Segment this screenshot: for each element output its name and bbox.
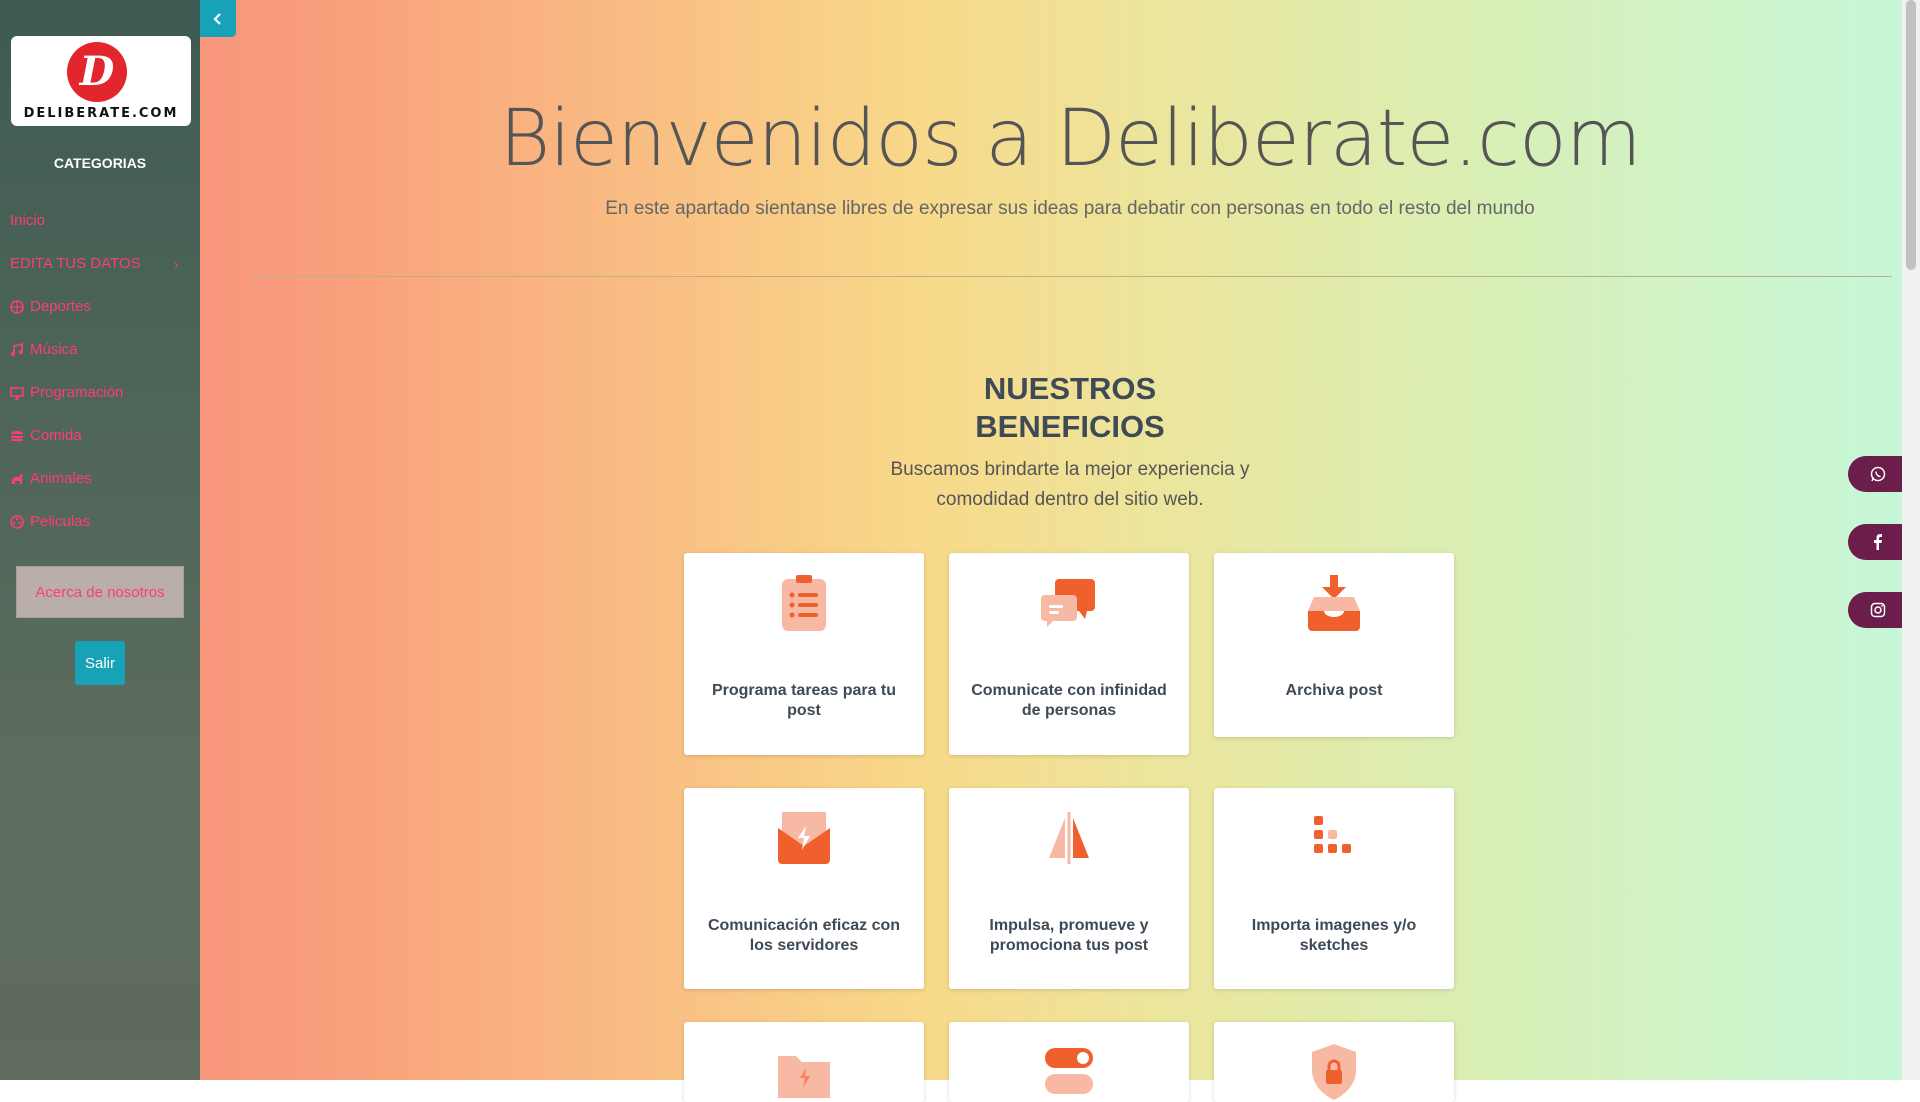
sidebar-item-edita-tus-datos[interactable]: EDITA TUS DATOS [10, 255, 141, 272]
benefit-card-label: Archiva post [1285, 682, 1383, 699]
sidebar-item-label: Programación [30, 384, 124, 401]
chat-bubbles-icon [1041, 579, 1095, 627]
sidebar-item-label: Peliculas [30, 513, 91, 530]
facebook-button[interactable] [1848, 524, 1908, 560]
sidebar-item-animales[interactable]: Animales [10, 470, 92, 487]
sidebar-item-programacion[interactable]: Programación [10, 384, 123, 401]
sidebar-item-deportes[interactable]: Deportes [10, 298, 91, 315]
benefit-card[interactable] [1214, 1022, 1454, 1102]
facebook-icon [1874, 534, 1882, 550]
benefit-card[interactable]: Archiva post [1214, 553, 1454, 737]
sidebar-item-label: Inicio [10, 212, 46, 229]
benefit-card-label: Importa imagenes y/o sketches [1251, 917, 1417, 954]
chevron-right-icon: › [174, 257, 179, 272]
benefit-card[interactable]: Impulsa, promueve y promociona tus post [949, 788, 1189, 989]
basketball-icon [10, 299, 24, 314]
logo-mark: D [67, 42, 127, 102]
logo-text: DELIBERATE.COM [23, 106, 179, 121]
benefit-card-label: Comunicación eficaz con los servidores [707, 917, 901, 954]
sidebar-item-musica[interactable]: Música [10, 341, 78, 358]
sidebar-item-label: Música [30, 341, 78, 358]
sidebar-item-comida[interactable]: Comida [10, 427, 82, 444]
film-icon [10, 514, 24, 529]
whatsapp-button[interactable] [1848, 456, 1908, 492]
sidebar-item-label: Animales [30, 470, 92, 487]
benefit-card[interactable] [684, 1022, 924, 1102]
sidebar-item-label: EDITA TUS DATOS [10, 255, 141, 272]
benefits-subtitle-line: Buscamos brindarte la mejor experiencia … [890, 459, 1250, 480]
about-us-button[interactable]: Acerca de nosotros [16, 566, 184, 618]
lightning-mail-icon [778, 812, 830, 864]
page-title: Bienvenidos a Deliberate.com [499, 94, 1641, 184]
archive-tray-icon [1308, 575, 1360, 631]
sidebar-toggle-button[interactable] [200, 0, 236, 37]
benefits-title-line: NUESTROS [983, 371, 1157, 406]
benefits-subtitle-line: comodidad dentro del sitio web. [936, 489, 1204, 510]
benefits-title: NUESTROS BENEFICIOS [870, 370, 1270, 446]
whatsapp-icon [1870, 466, 1886, 482]
benefit-card[interactable]: Comunicate con infinidad de personas [949, 553, 1189, 755]
instagram-button[interactable] [1848, 592, 1908, 628]
logout-button[interactable]: Salir [75, 641, 125, 685]
sidebar-item-inicio[interactable]: Inicio [10, 212, 45, 229]
benefit-card-label: Comunicate con infinidad de personas [971, 682, 1167, 719]
folder-icon [778, 1056, 830, 1098]
sidebar-item-label: Comida [30, 427, 82, 444]
divider [248, 276, 1892, 277]
scrollbar-thumb[interactable] [1906, 0, 1916, 270]
sidebar-item-label: Deportes [30, 298, 91, 315]
sidebar: D DELIBERATE.COM CATEGORIAS Inicio EDITA… [0, 0, 200, 1080]
instagram-icon [1870, 602, 1886, 618]
sidebar-item-peliculas[interactable]: Peliculas [10, 513, 90, 530]
burger-icon [11, 430, 23, 441]
music-icon [11, 342, 23, 356]
desktop-icon [10, 386, 24, 400]
dots-grid-icon [1314, 816, 1351, 853]
benefits-title-line: BENEFICIOS [975, 409, 1165, 444]
benefit-card[interactable]: Comunicación eficaz con los servidores [684, 788, 924, 989]
chevron-left-icon [213, 12, 221, 25]
logo[interactable]: D DELIBERATE.COM [11, 36, 191, 126]
toggle-switch-icon [1045, 1048, 1093, 1094]
split-triangle-icon [1049, 812, 1089, 864]
page-subtitle: En este apartado sientanse libres de exp… [605, 198, 1535, 219]
clipboard-list-icon [782, 575, 826, 631]
benefit-card[interactable]: Importa imagenes y/o sketches [1214, 788, 1454, 989]
benefit-card[interactable] [949, 1022, 1189, 1102]
benefit-card[interactable]: Programa tareas para tu post [684, 553, 924, 755]
sidebar-heading: CATEGORIAS [53, 155, 147, 171]
benefits-subtitle: Buscamos brindarte la mejor experiencia … [870, 455, 1270, 515]
shield-lock-icon [1312, 1044, 1356, 1100]
benefit-card-label: Impulsa, promueve y promociona tus post [989, 917, 1149, 954]
benefit-card-label: Programa tareas para tu post [711, 682, 897, 719]
dog-icon [12, 473, 23, 484]
